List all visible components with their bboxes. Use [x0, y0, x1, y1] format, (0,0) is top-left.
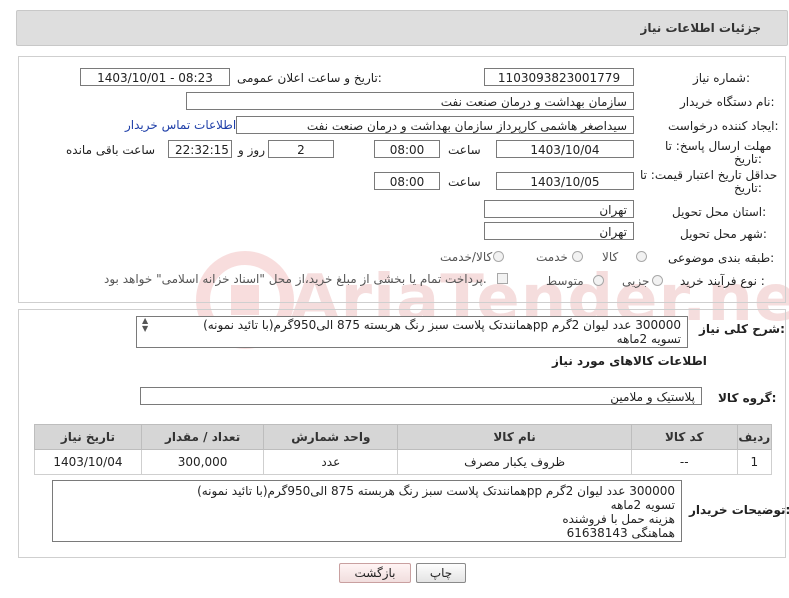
category-radio-service[interactable] [572, 251, 583, 262]
category-option-goods: کالا [602, 250, 619, 264]
purchase-option-medium: متوسط [546, 274, 584, 288]
province-label: استان محل تحویل: [672, 205, 767, 219]
cell-name: ظروف یکبار مصرف [397, 449, 632, 475]
province-field[interactable]: تهران [484, 200, 634, 218]
buyer-notes-line-3: هزینه حمل با فروشنده [562, 512, 675, 526]
validity-date-label: تاریخ: [734, 181, 762, 195]
page-title: جزئیات اطلاعات نیاز [640, 21, 761, 35]
col-qty: تعداد / مقدار [140, 424, 265, 450]
buyer-notes-line-4: هماهنگی 61638143 [566, 526, 675, 540]
print-button[interactable]: چاپ [416, 563, 466, 583]
treasury-checkbox[interactable] [497, 273, 508, 284]
purchase-radio-minor[interactable] [652, 275, 663, 286]
need-number-field[interactable]: 1103093823001779 [484, 68, 634, 86]
deadline-time-label: ساعت [448, 143, 481, 157]
buyer-notes-line-2: تسویه 2ماهه [610, 498, 675, 512]
buyer-notes-line-1: 300000 عدد لیوان 2گرم ppهمانندتک پلاست س… [197, 484, 675, 498]
creator-field[interactable]: سیداصغر هاشمی کارپرداز سازمان بهداشت و د… [236, 116, 634, 134]
days-label: روز و [238, 143, 265, 157]
days-field[interactable]: 2 [268, 140, 334, 158]
creator-label: ایجاد کننده درخواست: [668, 119, 779, 133]
col-row: ردیف [736, 424, 773, 450]
category-option-goods-service: کالا/خدمت [440, 250, 493, 264]
panel-header: جزئیات اطلاعات نیاز [16, 10, 788, 46]
description-line-2: تسویه 2ماهه [616, 332, 681, 346]
back-button[interactable]: بازگشت [339, 563, 411, 583]
purchase-option-minor: جزیی [622, 274, 650, 288]
cell-date: 1403/10/04 [34, 449, 142, 475]
goods-group-label: گروه کالا: [718, 391, 777, 405]
city-label: شهر محل تحویل: [680, 227, 767, 241]
need-number-label: شماره نیاز: [693, 71, 751, 85]
category-radio-goods[interactable] [636, 251, 647, 262]
buyer-notes-label: توضیحات خریدار: [689, 503, 789, 517]
validity-time-label: ساعت [448, 175, 481, 189]
deadline-label: مهلت ارسال پاسخ: تا [665, 139, 772, 153]
goods-section-title: اطلاعات کالاهای مورد نیاز [552, 354, 707, 368]
cell-qty: 300,000 [140, 449, 265, 475]
table-row: 1 -- ظروف یکبار مصرف عدد 300,000 1403/10… [34, 449, 773, 475]
col-unit: واحد شمارش [263, 424, 399, 450]
description-textarea[interactable]: 300000 عدد لیوان 2گرم ppهمانندتک پلاست س… [136, 316, 688, 348]
col-date: تاریخ نیاز [34, 424, 142, 450]
buyer-org-field[interactable]: سازمان بهداشت و درمان صنعت نفت [186, 92, 634, 110]
validity-label: حداقل تاریخ اعتبار قیمت: تا [640, 168, 778, 182]
remaining-label: ساعت باقی مانده [66, 143, 156, 157]
remaining-time-field[interactable]: 22:32:15 [168, 140, 232, 158]
category-option-service: خدمت [536, 250, 568, 264]
cell-row: 1 [736, 449, 773, 475]
cell-unit: عدد [263, 449, 399, 475]
validity-time-field[interactable]: 08:00 [374, 172, 440, 190]
announce-label: تاریخ و ساعت اعلان عمومی: [237, 71, 382, 85]
buyer-org-label: نام دستگاه خریدار: [680, 95, 775, 109]
purchase-radio-medium[interactable] [593, 275, 604, 286]
deadline-time-field[interactable]: 08:00 [374, 140, 440, 158]
contact-info-link[interactable]: اطلاعات تماس خریدار [125, 118, 236, 132]
description-label: شرح کلی نیاز: [699, 322, 785, 336]
description-line-1: 300000 عدد لیوان 2گرم ppهمانندتک پلاست س… [203, 318, 681, 332]
col-name: نام کالا [397, 424, 632, 450]
scroll-arrows-icon[interactable]: ▲ ▼ [142, 317, 148, 333]
category-label: طبقه بندی موضوعی: [668, 251, 775, 265]
deadline-date-label: تاریخ: [734, 152, 762, 166]
goods-group-field[interactable]: پلاستیک و ملامین [140, 387, 702, 405]
deadline-date-field[interactable]: 1403/10/04 [496, 140, 634, 158]
validity-date-field[interactable]: 1403/10/05 [496, 172, 634, 190]
category-radio-goods-service[interactable] [493, 251, 504, 262]
treasury-note: پرداخت تمام یا بخشی از مبلغ خرید،از محل … [104, 272, 487, 286]
city-field[interactable]: تهران [484, 222, 634, 240]
col-code: کد کالا [630, 424, 738, 450]
buyer-notes-textarea[interactable]: 300000 عدد لیوان 2گرم ppهمانندتک پلاست س… [52, 480, 682, 542]
goods-table: ردیف کد کالا نام کالا واحد شمارش تعداد /… [34, 424, 773, 475]
purchase-type-label: نوع فرآیند خرید : [680, 274, 765, 288]
announce-field[interactable]: 1403/10/01 - 08:23 [80, 68, 230, 86]
cell-code: -- [630, 449, 738, 475]
